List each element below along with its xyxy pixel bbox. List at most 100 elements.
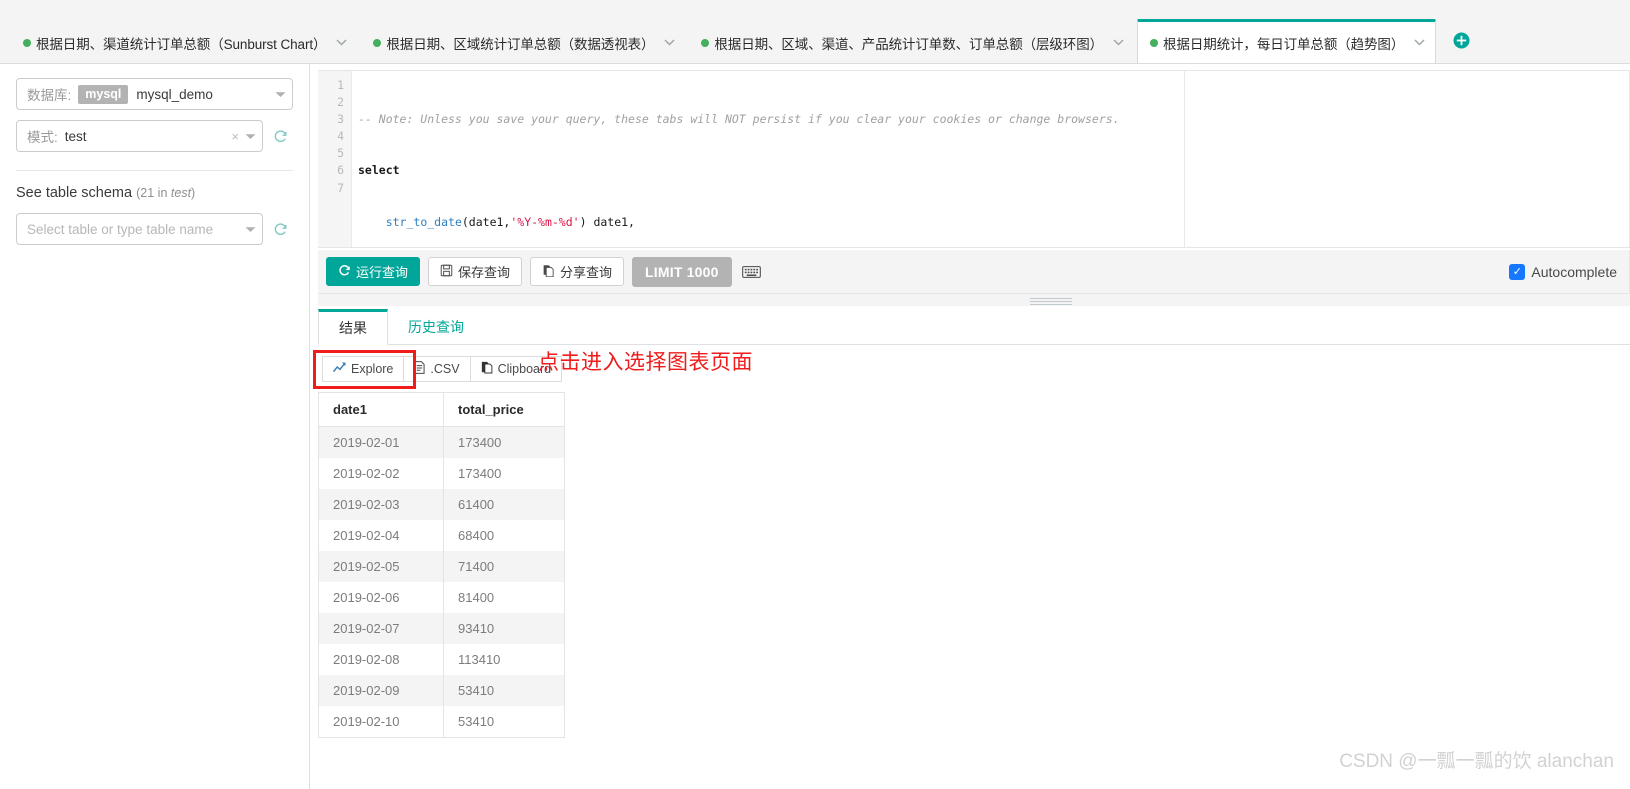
sql-code-content[interactable]: -- Note: Unless you save your query, the… xyxy=(352,71,1629,247)
share-query-button[interactable]: 分享查询 xyxy=(530,257,625,286)
cell-date1: 2019-02-08 xyxy=(318,644,444,675)
autocomplete-checkbox[interactable]: ✓ xyxy=(1509,263,1526,280)
chevron-down-icon[interactable] xyxy=(245,133,256,140)
see-table-schema-heading: See table schema (21 in test) xyxy=(16,185,293,201)
column-header-total-price[interactable]: total_price xyxy=(443,392,565,427)
line-number: 5 xyxy=(337,146,344,161)
database-select-label: 数据库: xyxy=(27,88,72,103)
refresh-schema-icon[interactable] xyxy=(267,129,293,144)
table-row[interactable]: 2019-02-02 173400 xyxy=(318,458,565,489)
cell-date1: 2019-02-07 xyxy=(318,613,444,644)
table-row[interactable]: 2019-02-08 113410 xyxy=(318,644,565,675)
cell-date1: 2019-02-10 xyxy=(318,706,444,738)
tab-query-history-label: 历史查询 xyxy=(408,318,464,335)
clear-icon[interactable]: × xyxy=(231,129,239,144)
results-export-toolbar: Explore .CSV Clipboard xyxy=(322,356,563,382)
cell-total-price: 113410 xyxy=(443,644,565,675)
csv-export-button[interactable]: .CSV xyxy=(403,356,470,382)
table-header-row: date1 total_price xyxy=(318,392,565,427)
resize-grip-icon xyxy=(1030,298,1072,305)
keyboard-shortcuts-icon[interactable] xyxy=(741,265,761,279)
sql-keyword: select xyxy=(358,163,400,178)
add-query-tab-button[interactable] xyxy=(1438,21,1485,63)
cell-date1: 2019-02-01 xyxy=(318,426,444,458)
query-tab-label: 根据日期、区域统计订单总额（数据透视表） xyxy=(386,36,655,52)
cell-total-price: 53410 xyxy=(443,675,565,706)
query-tab-2[interactable]: 根据日期、区域统计订单总额（数据透视表） xyxy=(360,21,687,63)
chevron-down-icon[interactable] xyxy=(275,91,286,98)
schema-select-value: test xyxy=(64,128,87,144)
line-number: 2 xyxy=(337,95,344,110)
table-row[interactable]: 2019-02-10 53410 xyxy=(318,706,565,738)
file-icon xyxy=(414,361,425,377)
schema-selector-row: 模式: test × xyxy=(16,120,293,152)
chevron-down-icon[interactable] xyxy=(664,39,675,46)
table-row[interactable]: 2019-02-05 71400 xyxy=(318,551,565,582)
line-number: 4 xyxy=(337,129,344,144)
results-table-body: 2019-02-01 173400 2019-02-02 173400 2019… xyxy=(318,426,565,738)
results-panel: 结果 历史查询 Explore .CSV Clipboard 点击进入选择图表页… xyxy=(313,306,1630,789)
database-select[interactable]: 数据库: mysql mysql_demo xyxy=(16,78,293,110)
clipboard-icon xyxy=(481,361,493,377)
tab-status-dot-icon xyxy=(23,38,31,47)
cell-total-price: 81400 xyxy=(443,582,565,613)
annotation-text: 点击进入选择图表页面 xyxy=(538,351,753,374)
table-selector-row: Select table or type table name xyxy=(16,213,293,245)
line-number: 7 xyxy=(337,180,344,195)
tab-status-dot-icon xyxy=(701,38,710,47)
results-table: date1 total_price 2019-02-01 173400 2019… xyxy=(318,392,565,738)
csdn-watermark: CSDN @一瓢一瓢的饮 alanchan xyxy=(1339,751,1614,772)
refresh-tables-icon[interactable] xyxy=(267,222,293,237)
chevron-down-icon[interactable] xyxy=(1414,39,1425,46)
database-select-value: mysql_demo xyxy=(136,86,213,102)
chevron-down-icon[interactable] xyxy=(1113,39,1124,46)
schema-table-count: (21 in test) xyxy=(136,186,196,200)
save-disk-icon xyxy=(440,264,453,280)
sql-comment: -- Note: Unless you save your query, the… xyxy=(358,112,1120,127)
table-row[interactable]: 2019-02-04 68400 xyxy=(318,520,565,551)
query-tab-label: 根据日期、渠道统计订单总额（Sunburst Chart） xyxy=(36,36,327,52)
code-line-2: select xyxy=(358,162,1629,179)
schema-select[interactable]: 模式: test × xyxy=(16,120,263,152)
query-tab-1[interactable]: 根据日期、渠道统计订单总额（Sunburst Chart） xyxy=(10,21,359,63)
column-header-date1[interactable]: date1 xyxy=(318,392,444,427)
plus-circle-icon xyxy=(1453,32,1470,52)
code-line-1: -- Note: Unless you save your query, the… xyxy=(358,111,1629,128)
tab-query-history[interactable]: 历史查询 xyxy=(388,309,484,344)
tab-results[interactable]: 结果 xyxy=(318,309,388,345)
table-row[interactable]: 2019-02-03 61400 xyxy=(318,489,565,520)
chevron-down-icon[interactable] xyxy=(245,226,256,233)
cell-total-price: 71400 xyxy=(443,551,565,582)
cell-date1: 2019-02-03 xyxy=(318,489,444,520)
cell-total-price: 53410 xyxy=(443,706,565,738)
chevron-down-icon[interactable] xyxy=(336,39,347,46)
query-tab-4-active[interactable]: 根据日期统计，每日订单总额（趋势图） xyxy=(1137,19,1437,63)
cell-date1: 2019-02-04 xyxy=(318,520,444,551)
sql-text: (date1, xyxy=(461,214,511,229)
check-icon: ✓ xyxy=(1512,266,1522,278)
panel-divider xyxy=(16,170,293,171)
cell-total-price: 93410 xyxy=(443,613,565,644)
sqllab-left-panel: 数据库: mysql mysql_demo 模式: test × See tab… xyxy=(0,64,310,789)
table-select-placeholder: Select table or type table name xyxy=(27,221,214,237)
query-tab-bar: 根据日期、渠道统计订单总额（Sunburst Chart） 根据日期、区域统计订… xyxy=(0,0,1630,64)
table-row[interactable]: 2019-02-01 173400 xyxy=(318,426,565,458)
table-select[interactable]: Select table or type table name xyxy=(16,213,263,245)
run-query-button[interactable]: 运行查询 xyxy=(326,257,421,286)
results-tab-bar: 结果 历史查询 xyxy=(318,309,1630,345)
cell-total-price: 68400 xyxy=(443,520,565,551)
save-query-button[interactable]: 保存查询 xyxy=(428,257,523,286)
copy-pages-icon xyxy=(542,264,555,280)
table-row[interactable]: 2019-02-07 93410 xyxy=(318,613,565,644)
table-row[interactable]: 2019-02-09 53410 xyxy=(318,675,565,706)
superset-sqllab-window: 根据日期、渠道统计订单总额（Sunburst Chart） 根据日期、区域统计订… xyxy=(0,0,1630,789)
editor-line-number-gutter: 1 2 3 4 5 6 7 xyxy=(318,71,352,247)
cell-total-price: 61400 xyxy=(443,489,565,520)
table-row[interactable]: 2019-02-06 81400 xyxy=(318,582,565,613)
sql-editor[interactable]: 1 2 3 4 5 6 7 -- Note: Unless you save y… xyxy=(318,70,1630,248)
autocomplete-toggle[interactable]: ✓ Autocomplete xyxy=(1509,263,1617,280)
explore-label: Explore xyxy=(351,362,394,376)
explore-button[interactable]: Explore xyxy=(322,356,404,382)
query-tab-3[interactable]: 根据日期、区域、渠道、产品统计订单数、订单总额（层级环图） xyxy=(688,21,1136,63)
limit-dropdown-button[interactable]: LIMIT 1000 xyxy=(632,256,732,287)
